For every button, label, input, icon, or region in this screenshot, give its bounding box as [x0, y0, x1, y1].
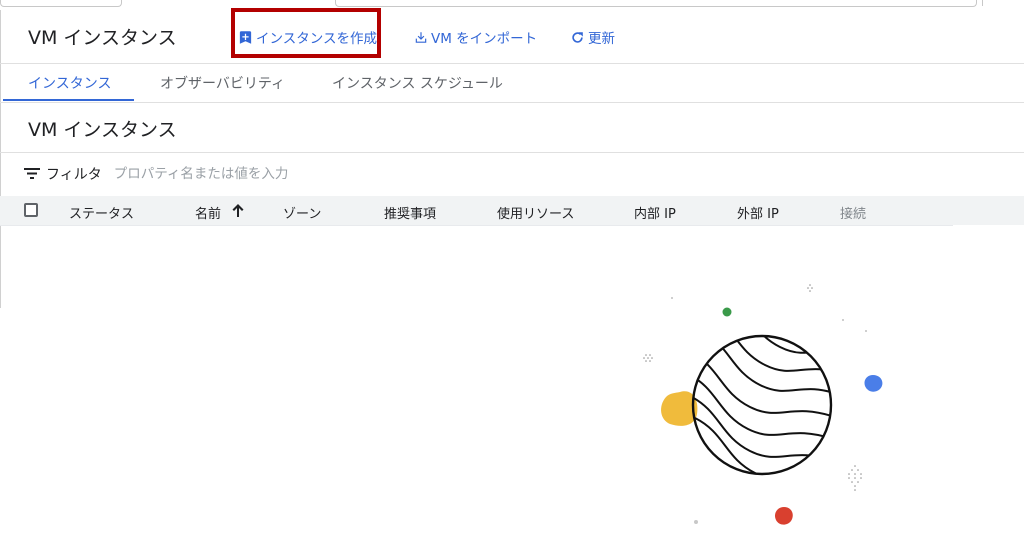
page-header: VM インスタンス インスタンスを作成 VM をインポート 更新	[0, 11, 1024, 64]
refresh-icon	[570, 30, 585, 45]
column-header-name[interactable]: 名前	[195, 203, 221, 222]
browser-top-strip	[0, 0, 1024, 10]
active-tab-indicator	[3, 99, 134, 101]
filter-bar: フィルタ	[24, 164, 414, 184]
column-header-connect: 接続	[840, 207, 867, 222]
column-header-recommendations[interactable]: 推奨事項	[384, 203, 436, 222]
column-header-status[interactable]: ステータス	[69, 203, 134, 222]
highlight-annotation	[231, 8, 381, 58]
green-dot	[722, 307, 732, 317]
table-header: ステータス 名前 ゾーン 推奨事項 使用リソース 内部 IP 外部 IP 接続	[0, 196, 1024, 225]
tab-observability[interactable]: オブザーバビリティ	[160, 73, 285, 93]
section-title: VM インスタンス	[28, 119, 177, 141]
refresh-button[interactable]: 更新	[570, 27, 615, 47]
filter-label: フィルタ	[46, 167, 102, 183]
filter-icon[interactable]	[24, 165, 40, 184]
column-header-zone[interactable]: ゾーン	[283, 203, 321, 222]
blue-blob	[864, 375, 883, 392]
refresh-label: 更新	[588, 31, 615, 47]
tab-bar: インスタンス オブザーバビリティ インスタンス スケジュール	[0, 64, 1024, 103]
browser-tab-edge	[982, 0, 1023, 6]
red-blob	[774, 507, 793, 525]
column-header-in-use-by[interactable]: 使用リソース	[497, 203, 574, 222]
filter-input[interactable]	[113, 166, 414, 182]
column-header-external-ip[interactable]: 外部 IP	[737, 203, 779, 222]
sort-arrow-up-icon[interactable]	[231, 203, 245, 222]
tab-instances[interactable]: インスタンス	[28, 73, 111, 93]
import-vm-label: VM をインポート	[431, 31, 538, 47]
download-icon	[414, 30, 428, 45]
divider	[0, 225, 953, 226]
browser-tab-edge	[335, 0, 977, 7]
divider	[0, 152, 1024, 153]
tab-instance-schedules[interactable]: インスタンス スケジュール	[332, 73, 503, 93]
select-all-checkbox[interactable]	[24, 203, 38, 217]
import-vm-button[interactable]: VM をインポート	[414, 27, 537, 47]
column-header-internal-ip[interactable]: 内部 IP	[634, 203, 676, 222]
browser-tab-edge	[0, 0, 122, 7]
page-title: VM インスタンス	[28, 27, 177, 49]
yellow-blob	[661, 391, 698, 426]
